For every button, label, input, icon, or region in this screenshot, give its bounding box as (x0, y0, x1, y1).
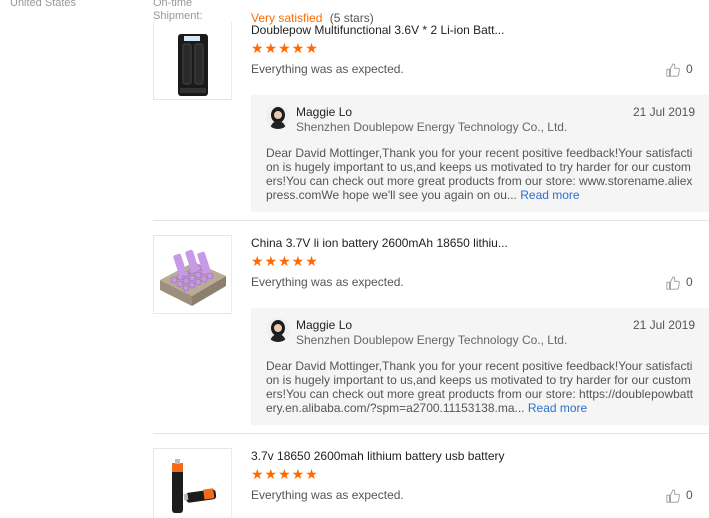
helpful-button[interactable]: 0 (666, 275, 693, 290)
read-more-link[interactable]: Read more (520, 188, 579, 202)
review-divider (153, 220, 709, 221)
review-text: Everything was as expected. (251, 275, 404, 289)
usb-battery-image (172, 459, 217, 513)
reply-message-text: Dear David Mottinger,Thank you for your … (266, 359, 694, 415)
review-text: Everything was as expected. (251, 488, 404, 502)
product-title[interactable]: Doublepow Multifunctional 3.6V * 2 Li-io… (251, 23, 504, 37)
product-thumbnail[interactable] (153, 448, 232, 518)
helpful-count: 0 (686, 275, 693, 289)
seller-name: Maggie Lo (296, 318, 353, 332)
read-more-link[interactable]: Read more (528, 401, 587, 415)
review-item: China 3.7V li ion battery 2600mAh 18650 … (153, 235, 709, 434)
avatar-icon (266, 318, 290, 342)
buyer-country: United States (10, 0, 77, 9)
review-item: Doublepow Multifunctional 3.6V * 2 Li-io… (153, 22, 709, 221)
reply-message-text: Dear David Mottinger,Thank you for your … (266, 146, 693, 202)
product-title[interactable]: 3.7v 18650 2600mah lithium battery usb b… (251, 449, 505, 463)
star-rating: ★★★★★ (251, 253, 319, 269)
battery-box-image (160, 249, 226, 306)
product-thumbnail[interactable] (153, 235, 232, 314)
seller-reply: Maggie Lo 21 Jul 2019 Shenzhen Doublepow… (251, 95, 709, 212)
helpful-count: 0 (686, 62, 693, 76)
product-title[interactable]: China 3.7V li ion battery 2600mAh 18650 … (251, 236, 508, 250)
star-rating: ★★★★★ (251, 40, 319, 56)
reply-date: 21 Jul 2019 (632, 318, 695, 332)
ontime-label-line1: On-time (153, 0, 193, 9)
helpful-button[interactable]: 0 (666, 488, 693, 503)
thumbs-up-icon (666, 489, 680, 503)
avatar-icon (266, 105, 290, 129)
helpful-button[interactable]: 0 (666, 62, 693, 77)
ontime-shipment-label: On-time Shipment: (153, 0, 203, 23)
review-text: Everything was as expected. (251, 62, 404, 76)
thumbs-up-icon (666, 63, 680, 77)
seller-avatar (266, 105, 290, 129)
reply-message: Dear David Mottinger,Thank you for your … (266, 146, 696, 202)
reply-message: Dear David Mottinger,Thank you for your … (266, 359, 696, 415)
review-divider (153, 433, 709, 434)
product-thumbnail[interactable] (153, 22, 232, 100)
thumbs-up-icon (666, 276, 680, 290)
seller-avatar (266, 318, 290, 342)
review-item: 3.7v 18650 2600mah lithium battery usb b… (153, 448, 709, 518)
battery-charger-image (178, 34, 208, 96)
star-rating: ★★★★★ (251, 466, 319, 482)
helpful-count: 0 (686, 488, 693, 502)
seller-name: Maggie Lo (296, 105, 353, 119)
reply-date: 21 Jul 2019 (632, 105, 695, 119)
seller-company[interactable]: Shenzhen Doublepow Energy Technology Co.… (296, 120, 567, 134)
seller-company[interactable]: Shenzhen Doublepow Energy Technology Co.… (296, 333, 567, 347)
seller-reply: Maggie Lo 21 Jul 2019 Shenzhen Doublepow… (251, 308, 709, 425)
